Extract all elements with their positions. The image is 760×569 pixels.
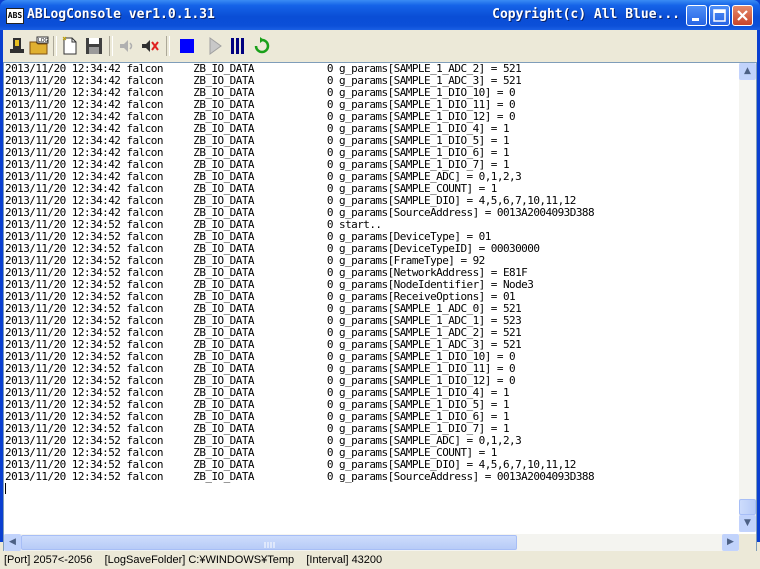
sound-off-icon xyxy=(142,40,159,52)
toolbar-separator xyxy=(109,36,113,56)
status-text: [Port] 2057<-2056 [LogSaveFolder] C:¥WIN… xyxy=(4,554,383,566)
sound-on-icon xyxy=(120,40,133,52)
pause-button[interactable] xyxy=(227,35,249,57)
scroll-left-button[interactable]: ◀ xyxy=(4,534,21,551)
connect-button[interactable] xyxy=(6,35,28,57)
status-bar: [Port] 2057<-2056 [LogSaveFolder] C:¥WIN… xyxy=(3,551,757,569)
stop-icon xyxy=(180,39,194,53)
new-icon xyxy=(62,36,77,55)
log-output[interactable]: 2013/11/20 12:34:42 falcon ZB_IO_DATA 0 … xyxy=(3,62,757,552)
vertical-scrollbar[interactable]: ▲ ▼ xyxy=(739,63,756,532)
vertical-scroll-thumb[interactable] xyxy=(739,499,756,515)
log-text[interactable]: 2013/11/20 12:34:42 falcon ZB_IO_DATA 0 … xyxy=(4,63,738,532)
window-title: ABLogConsole ver1.0.1.31 xyxy=(27,7,215,22)
save-icon xyxy=(86,38,102,54)
scrollbar-corner xyxy=(739,534,756,551)
play-icon xyxy=(209,37,222,55)
scroll-down-icon: ▼ xyxy=(744,518,751,528)
scroll-up-button[interactable]: ▲ xyxy=(739,63,756,80)
horizontal-scrollbar[interactable]: ◀ ▶ xyxy=(4,534,739,551)
sound-on-button[interactable] xyxy=(116,35,138,57)
toolbar-separator xyxy=(53,36,57,56)
svg-text:LOG: LOG xyxy=(38,38,49,44)
close-icon xyxy=(737,10,748,21)
grip-icon xyxy=(264,542,275,548)
log-folder-button[interactable]: LOG xyxy=(28,35,50,57)
pause-icon xyxy=(231,38,244,54)
refresh-icon xyxy=(254,37,270,54)
maximize-icon xyxy=(713,9,726,22)
scroll-up-icon: ▲ xyxy=(744,66,751,76)
client-area: LOG 2013/11/20 12:34:42 falcon ZB_IO_DAT… xyxy=(3,30,757,569)
close-button[interactable] xyxy=(732,5,753,26)
log-folder-icon: LOG xyxy=(29,36,49,55)
toolbar-separator xyxy=(166,36,170,56)
scroll-right-icon: ▶ xyxy=(727,537,734,547)
scroll-right-button[interactable]: ▶ xyxy=(722,534,739,551)
scroll-left-icon: ◀ xyxy=(9,537,16,547)
maximize-button[interactable] xyxy=(709,5,730,26)
refresh-button[interactable] xyxy=(251,35,273,57)
minimize-button[interactable] xyxy=(686,5,707,26)
copyright-text: Copyright(c) All Blue... xyxy=(492,7,680,22)
title-bar[interactable]: ABS ABLogConsole ver1.0.1.31 Copyright(c… xyxy=(0,0,760,30)
new-button[interactable] xyxy=(59,35,81,57)
minimize-icon xyxy=(692,18,699,21)
app-window: ABS ABLogConsole ver1.0.1.31 Copyright(c… xyxy=(0,0,760,569)
stop-button[interactable] xyxy=(176,35,198,57)
text-caret xyxy=(5,483,6,494)
play-button[interactable] xyxy=(204,35,226,57)
save-button[interactable] xyxy=(83,35,105,57)
sound-off-button[interactable] xyxy=(139,35,161,57)
app-icon[interactable]: ABS xyxy=(6,8,24,24)
horizontal-scroll-thumb[interactable] xyxy=(21,535,517,550)
log-line: 2013/11/20 12:34:52 falcon ZB_IO_DATA 0 … xyxy=(5,470,595,483)
scroll-down-button[interactable]: ▼ xyxy=(739,515,756,532)
toolbar: LOG xyxy=(3,30,757,63)
connect-icon xyxy=(10,38,24,53)
